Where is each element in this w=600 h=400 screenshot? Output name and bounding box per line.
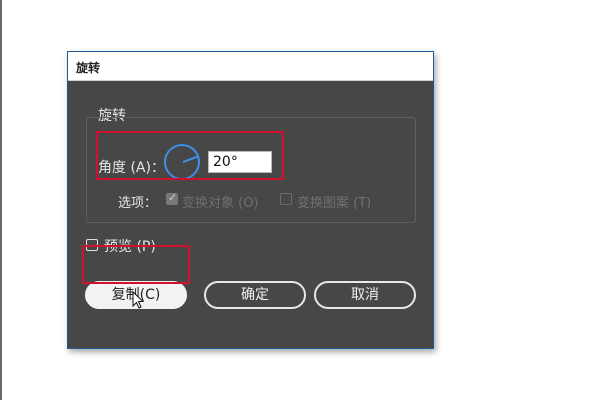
preview-label[interactable]: 预览 (P) bbox=[104, 236, 156, 256]
dialog-title: 旋转 bbox=[76, 61, 101, 75]
preview-row: 预览 (P) bbox=[86, 235, 206, 255]
transform-patterns-label: 变换图案 (T) bbox=[297, 196, 372, 211]
angle-input[interactable] bbox=[208, 151, 272, 173]
ok-button[interactable]: 确定 bbox=[204, 281, 306, 309]
rotation-dial-icon[interactable] bbox=[164, 144, 200, 180]
preview-checkbox[interactable] bbox=[86, 239, 98, 251]
dialog-content: 旋转 角度 (A)： 选项： ✓ 变换对象 (O) 变换图案 (T) 预览 (P… bbox=[68, 81, 433, 348]
dial-needle bbox=[182, 155, 200, 163]
transform-objects-label: 变换对象 (O) bbox=[182, 196, 259, 211]
cancel-button[interactable]: 取消 bbox=[314, 281, 416, 309]
options-label: 选项： bbox=[118, 196, 158, 211]
checkmark-icon: ✓ bbox=[168, 191, 178, 204]
angle-row: 角度 (A)： bbox=[98, 144, 283, 182]
options-row: 选项： ✓ 变换对象 (O) 变换图案 (T) bbox=[118, 190, 418, 211]
mouse-pointer-icon bbox=[132, 291, 144, 309]
angle-label: 角度 (A)： bbox=[98, 160, 165, 176]
transform-patterns-checkbox[interactable] bbox=[280, 193, 292, 205]
rotate-dialog: 旋转 旋转 角度 (A)： 选项： ✓ 变换对象 (O) 变换图案 (T) 预览… bbox=[67, 51, 434, 349]
transform-objects-checkbox[interactable]: ✓ bbox=[166, 191, 178, 205]
title-bar: 旋转 bbox=[68, 52, 433, 81]
left-window-edge bbox=[0, 0, 2, 400]
